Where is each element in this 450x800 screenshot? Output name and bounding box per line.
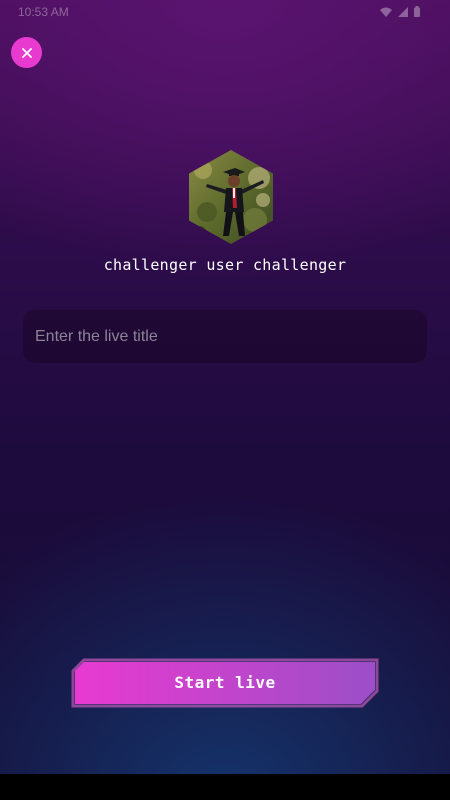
status-icons bbox=[380, 6, 420, 17]
start-live-button[interactable]: Start live bbox=[70, 657, 380, 709]
wifi-icon bbox=[380, 7, 392, 17]
user-display-name: challenger user challenger bbox=[103, 256, 347, 274]
close-icon bbox=[21, 47, 32, 58]
close-button[interactable] bbox=[11, 37, 42, 68]
battery-icon bbox=[414, 6, 420, 17]
start-live-screen: 10:53 AM challenger user challenger Ente… bbox=[0, 0, 450, 800]
live-title-input[interactable] bbox=[23, 310, 427, 363]
signal-icon bbox=[398, 6, 408, 17]
live-title-field[interactable] bbox=[23, 310, 427, 363]
system-navigation-bar bbox=[0, 774, 450, 800]
status-time: 10:53 AM bbox=[18, 5, 69, 19]
start-live-label: Start live bbox=[174, 673, 276, 692]
avatar-photo bbox=[189, 150, 273, 244]
avatar bbox=[189, 150, 273, 244]
status-bar: 10:53 AM bbox=[0, 0, 450, 26]
